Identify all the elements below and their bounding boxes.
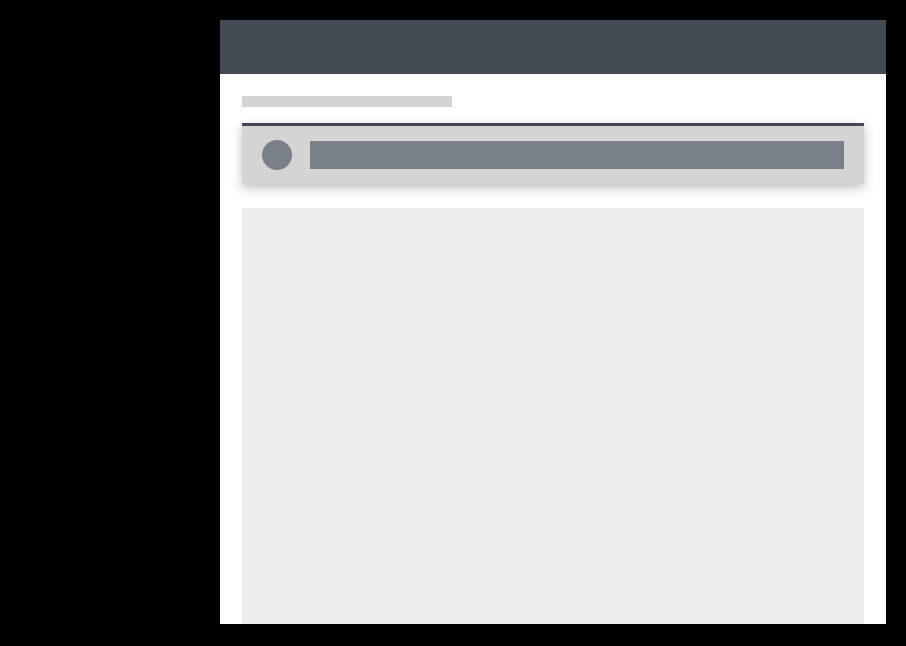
top-bar bbox=[220, 20, 886, 74]
search-card bbox=[242, 123, 864, 184]
main-area bbox=[220, 20, 886, 624]
content-region bbox=[220, 74, 886, 624]
search-input[interactable] bbox=[310, 141, 844, 169]
app-container bbox=[0, 0, 906, 646]
content-panel bbox=[242, 208, 864, 624]
sidebar bbox=[20, 20, 220, 626]
avatar-icon bbox=[262, 140, 292, 170]
page-title bbox=[242, 96, 452, 107]
